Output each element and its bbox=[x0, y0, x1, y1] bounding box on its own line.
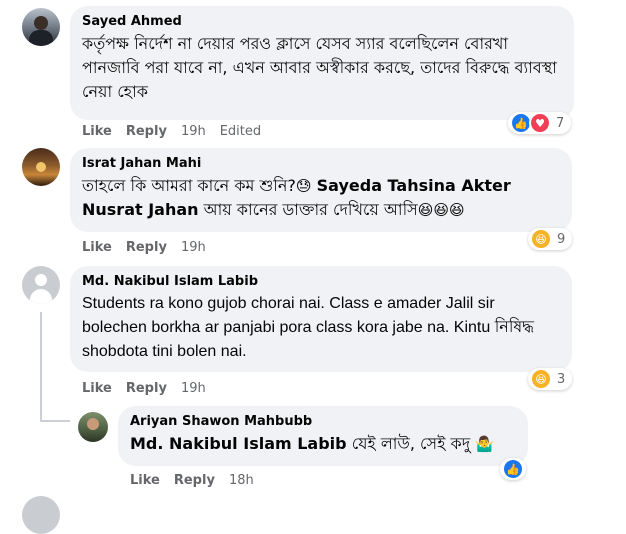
reply-text-body: যেই লাউ, সেই কদু bbox=[346, 434, 476, 453]
like-button[interactable]: Like bbox=[82, 240, 112, 256]
reaction-count: 3 bbox=[557, 371, 566, 387]
reply-thread-curve bbox=[40, 420, 70, 422]
tagged-user[interactable]: Md. Nakibul Islam Labib bbox=[130, 434, 347, 453]
reply-text: Md. Nakibul Islam Labib যেই লাউ, সেই কদু… bbox=[130, 432, 516, 456]
reaction-count: 9 bbox=[557, 231, 566, 247]
comment-actions-1: Like Reply 19h Edited bbox=[82, 124, 261, 140]
comment-text-end: আয় কানের ডাক্তার দেখিয়ে আসি bbox=[198, 200, 418, 219]
comment-text: তাহলে কি আমরা কানে কম শুনি?😓 Sayeda Tahs… bbox=[82, 174, 560, 222]
haha-icon: 😆 bbox=[530, 368, 552, 390]
avatar-ariyan-shawon-mahbubb[interactable] bbox=[78, 412, 108, 442]
comment-bubble-2: Israt Jahan Mahi তাহলে কি আমরা কানে কম শ… bbox=[70, 148, 572, 232]
reply-button[interactable]: Reply bbox=[126, 240, 167, 256]
reaction-count: 7 bbox=[556, 115, 565, 131]
edited-label: Edited bbox=[219, 124, 262, 139]
like-icon: 👍 bbox=[502, 458, 524, 480]
shrug-emoji: 🤷‍♂️ bbox=[475, 435, 494, 453]
avatar-sun bbox=[36, 162, 46, 172]
avatar-md-nakibul-islam-labib[interactable] bbox=[22, 266, 60, 304]
avatar-israt-jahan-mahi[interactable] bbox=[22, 148, 60, 186]
reactions-4[interactable]: 👍 bbox=[500, 458, 526, 480]
comment-bubble-3: Md. Nakibul Islam Labib Students ra kono… bbox=[70, 266, 572, 372]
reply-button[interactable]: Reply bbox=[126, 124, 167, 140]
like-button[interactable]: Like bbox=[82, 124, 112, 140]
default-avatar-body bbox=[30, 289, 52, 304]
avatar-face bbox=[87, 418, 99, 430]
timestamp[interactable]: 18h bbox=[229, 473, 254, 489]
timestamp[interactable]: 19h bbox=[181, 381, 206, 397]
timestamp[interactable]: 19h bbox=[181, 124, 206, 140]
comment-text-start: তাহলে কি আমরা কানে কম শুনি? bbox=[82, 176, 296, 195]
comment-author[interactable]: Sayed Ahmed bbox=[82, 14, 562, 30]
reactions-2[interactable]: 😆 9 bbox=[528, 228, 573, 250]
default-avatar-head bbox=[35, 274, 47, 286]
laughing-emoji: 😆😆😆 bbox=[417, 201, 465, 219]
avatar-figure bbox=[34, 16, 48, 30]
comment-bubble-1: Sayed Ahmed কর্তৃপক্ষ নির্দেশ না দেয়ার … bbox=[70, 6, 574, 120]
love-icon: ♥ bbox=[529, 112, 551, 134]
reactions-3[interactable]: 😆 3 bbox=[528, 368, 573, 390]
comment-actions-2: Like Reply 19h bbox=[82, 240, 206, 256]
comment-author[interactable]: Md. Nakibul Islam Labib bbox=[82, 274, 560, 290]
like-button[interactable]: Like bbox=[130, 473, 160, 489]
haha-icon: 😆 bbox=[530, 228, 552, 250]
reply-thread-line bbox=[40, 312, 42, 422]
avatar-figure-body bbox=[29, 30, 53, 46]
reply-button[interactable]: Reply bbox=[174, 473, 215, 489]
reactions-1[interactable]: 👍 ♥ 7 bbox=[508, 112, 572, 134]
comment-actions-3: Like Reply 19h bbox=[82, 381, 206, 397]
avatar-sayed-ahmed[interactable] bbox=[22, 8, 60, 46]
comment-author[interactable]: Israt Jahan Mahi bbox=[82, 156, 560, 172]
sweat-emoji: 😓 bbox=[295, 177, 312, 195]
like-button[interactable]: Like bbox=[82, 381, 112, 397]
reply-button[interactable]: Reply bbox=[126, 381, 167, 397]
reply-bubble: Ariyan Shawon Mahbubb Md. Nakibul Islam … bbox=[118, 406, 528, 466]
timestamp[interactable]: 19h bbox=[181, 240, 206, 256]
reply-author[interactable]: Ariyan Shawon Mahbubb bbox=[130, 414, 516, 430]
reply-actions: Like Reply 18h bbox=[130, 473, 254, 489]
comment-text: Students ra kono gujob chorai nai. Class… bbox=[82, 295, 534, 360]
comment-text: কর্তৃপক্ষ নির্দেশ না দেয়ার পরও ক্লাসে য… bbox=[82, 34, 557, 101]
